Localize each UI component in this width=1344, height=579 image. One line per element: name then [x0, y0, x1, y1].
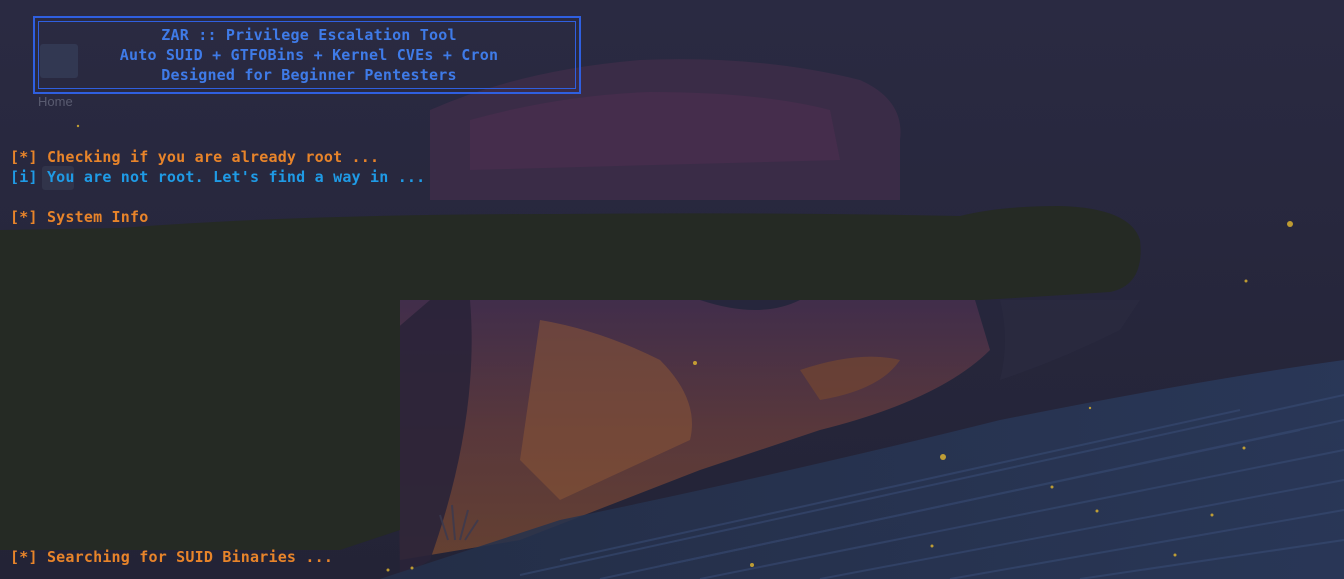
status-prefix: [*] — [10, 548, 38, 566]
output-line-root-check: [*] Checking if you are already root ... — [10, 148, 379, 166]
status-text: Searching for SUID Binaries ... — [46, 548, 334, 566]
output-line-not-root: [i] You are not root. Let's find a way i… — [10, 168, 425, 186]
output-line-suid-search: [*] Searching for SUID Binaries ... — [10, 548, 333, 566]
info-prefix: [i] — [10, 168, 38, 186]
status-prefix: [*] — [10, 208, 38, 226]
status-text: Checking if you are already root ... — [46, 148, 380, 166]
output-line-system-info: [*] System Info — [10, 208, 148, 226]
banner-features: Auto SUID + GTFOBins + Kernel CVEs + Cro… — [119, 46, 499, 64]
status-prefix: [*] — [10, 148, 38, 166]
banner-tagline: Designed for Beginner Pentesters — [161, 66, 457, 84]
banner-title: ZAR :: Privilege Escalation Tool — [161, 26, 457, 44]
tool-banner: ZAR :: Privilege Escalation Tool Auto SU… — [33, 16, 581, 94]
section-heading: System Info — [46, 208, 149, 226]
info-text: You are not root. Let's find a way in ..… — [46, 168, 426, 186]
home-icon-label: Home — [38, 94, 73, 109]
terminal-window[interactable]: Home ZAR :: Privilege Escalation Tool Au… — [0, 0, 1344, 579]
